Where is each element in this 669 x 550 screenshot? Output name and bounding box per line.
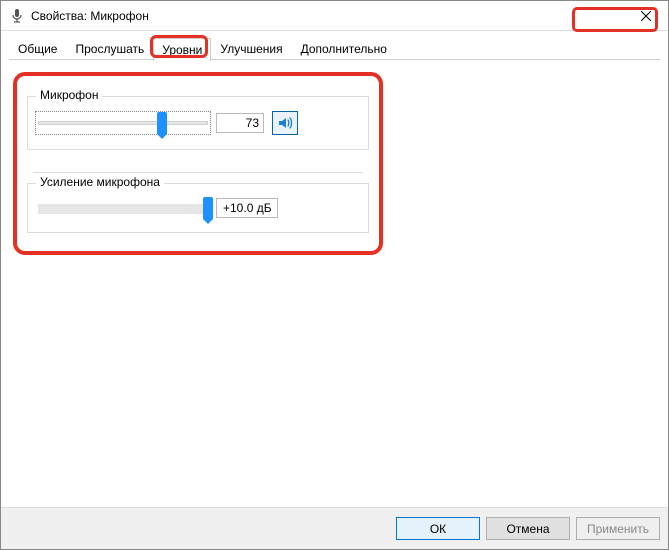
microphone-row: 73 bbox=[38, 111, 358, 135]
speaker-icon bbox=[277, 115, 293, 131]
tab-general[interactable]: Общие bbox=[9, 37, 66, 60]
tab-levels[interactable]: Уровни bbox=[153, 38, 211, 61]
highlight-content: Микрофон 73 Уси bbox=[13, 72, 383, 255]
slider-track bbox=[38, 204, 208, 214]
tab-listen[interactable]: Прослушать bbox=[66, 37, 153, 60]
boost-value: +10.0 дБ bbox=[216, 198, 278, 218]
microphone-value: 73 bbox=[216, 113, 264, 133]
ok-button[interactable]: ОК bbox=[396, 517, 480, 540]
boost-slider[interactable] bbox=[38, 199, 208, 217]
properties-dialog: Свойства: Микрофон Общие Прослушать Уров… bbox=[0, 0, 669, 550]
apply-button[interactable]: Применить bbox=[576, 517, 660, 540]
tab-content: Микрофон 73 Уси bbox=[1, 60, 668, 507]
close-icon bbox=[641, 11, 651, 21]
close-button[interactable] bbox=[623, 1, 668, 31]
boost-row: +10.0 дБ bbox=[38, 198, 358, 218]
slider-thumb[interactable] bbox=[157, 112, 167, 134]
cancel-button[interactable]: Отмена bbox=[486, 517, 570, 540]
microphone-app-icon bbox=[9, 8, 25, 24]
separator bbox=[33, 172, 363, 173]
microphone-slider[interactable] bbox=[38, 114, 208, 132]
boost-group-label: Усиление микрофона bbox=[36, 175, 164, 189]
window-title: Свойства: Микрофон bbox=[31, 9, 623, 23]
titlebar: Свойства: Микрофон bbox=[1, 1, 668, 31]
slider-track bbox=[38, 121, 208, 125]
dialog-footer: ОК Отмена Применить bbox=[1, 507, 668, 549]
tab-advanced[interactable]: Дополнительно bbox=[292, 37, 396, 60]
mute-button[interactable] bbox=[272, 111, 298, 135]
boost-group: Усиление микрофона +10.0 дБ bbox=[27, 183, 369, 233]
tab-bar: Общие Прослушать Уровни Улучшения Дополн… bbox=[1, 31, 668, 60]
slider-thumb[interactable] bbox=[203, 197, 213, 219]
microphone-group-label: Микрофон bbox=[36, 88, 102, 102]
tab-enhancements[interactable]: Улучшения bbox=[211, 37, 291, 60]
microphone-group: Микрофон 73 bbox=[27, 96, 369, 150]
